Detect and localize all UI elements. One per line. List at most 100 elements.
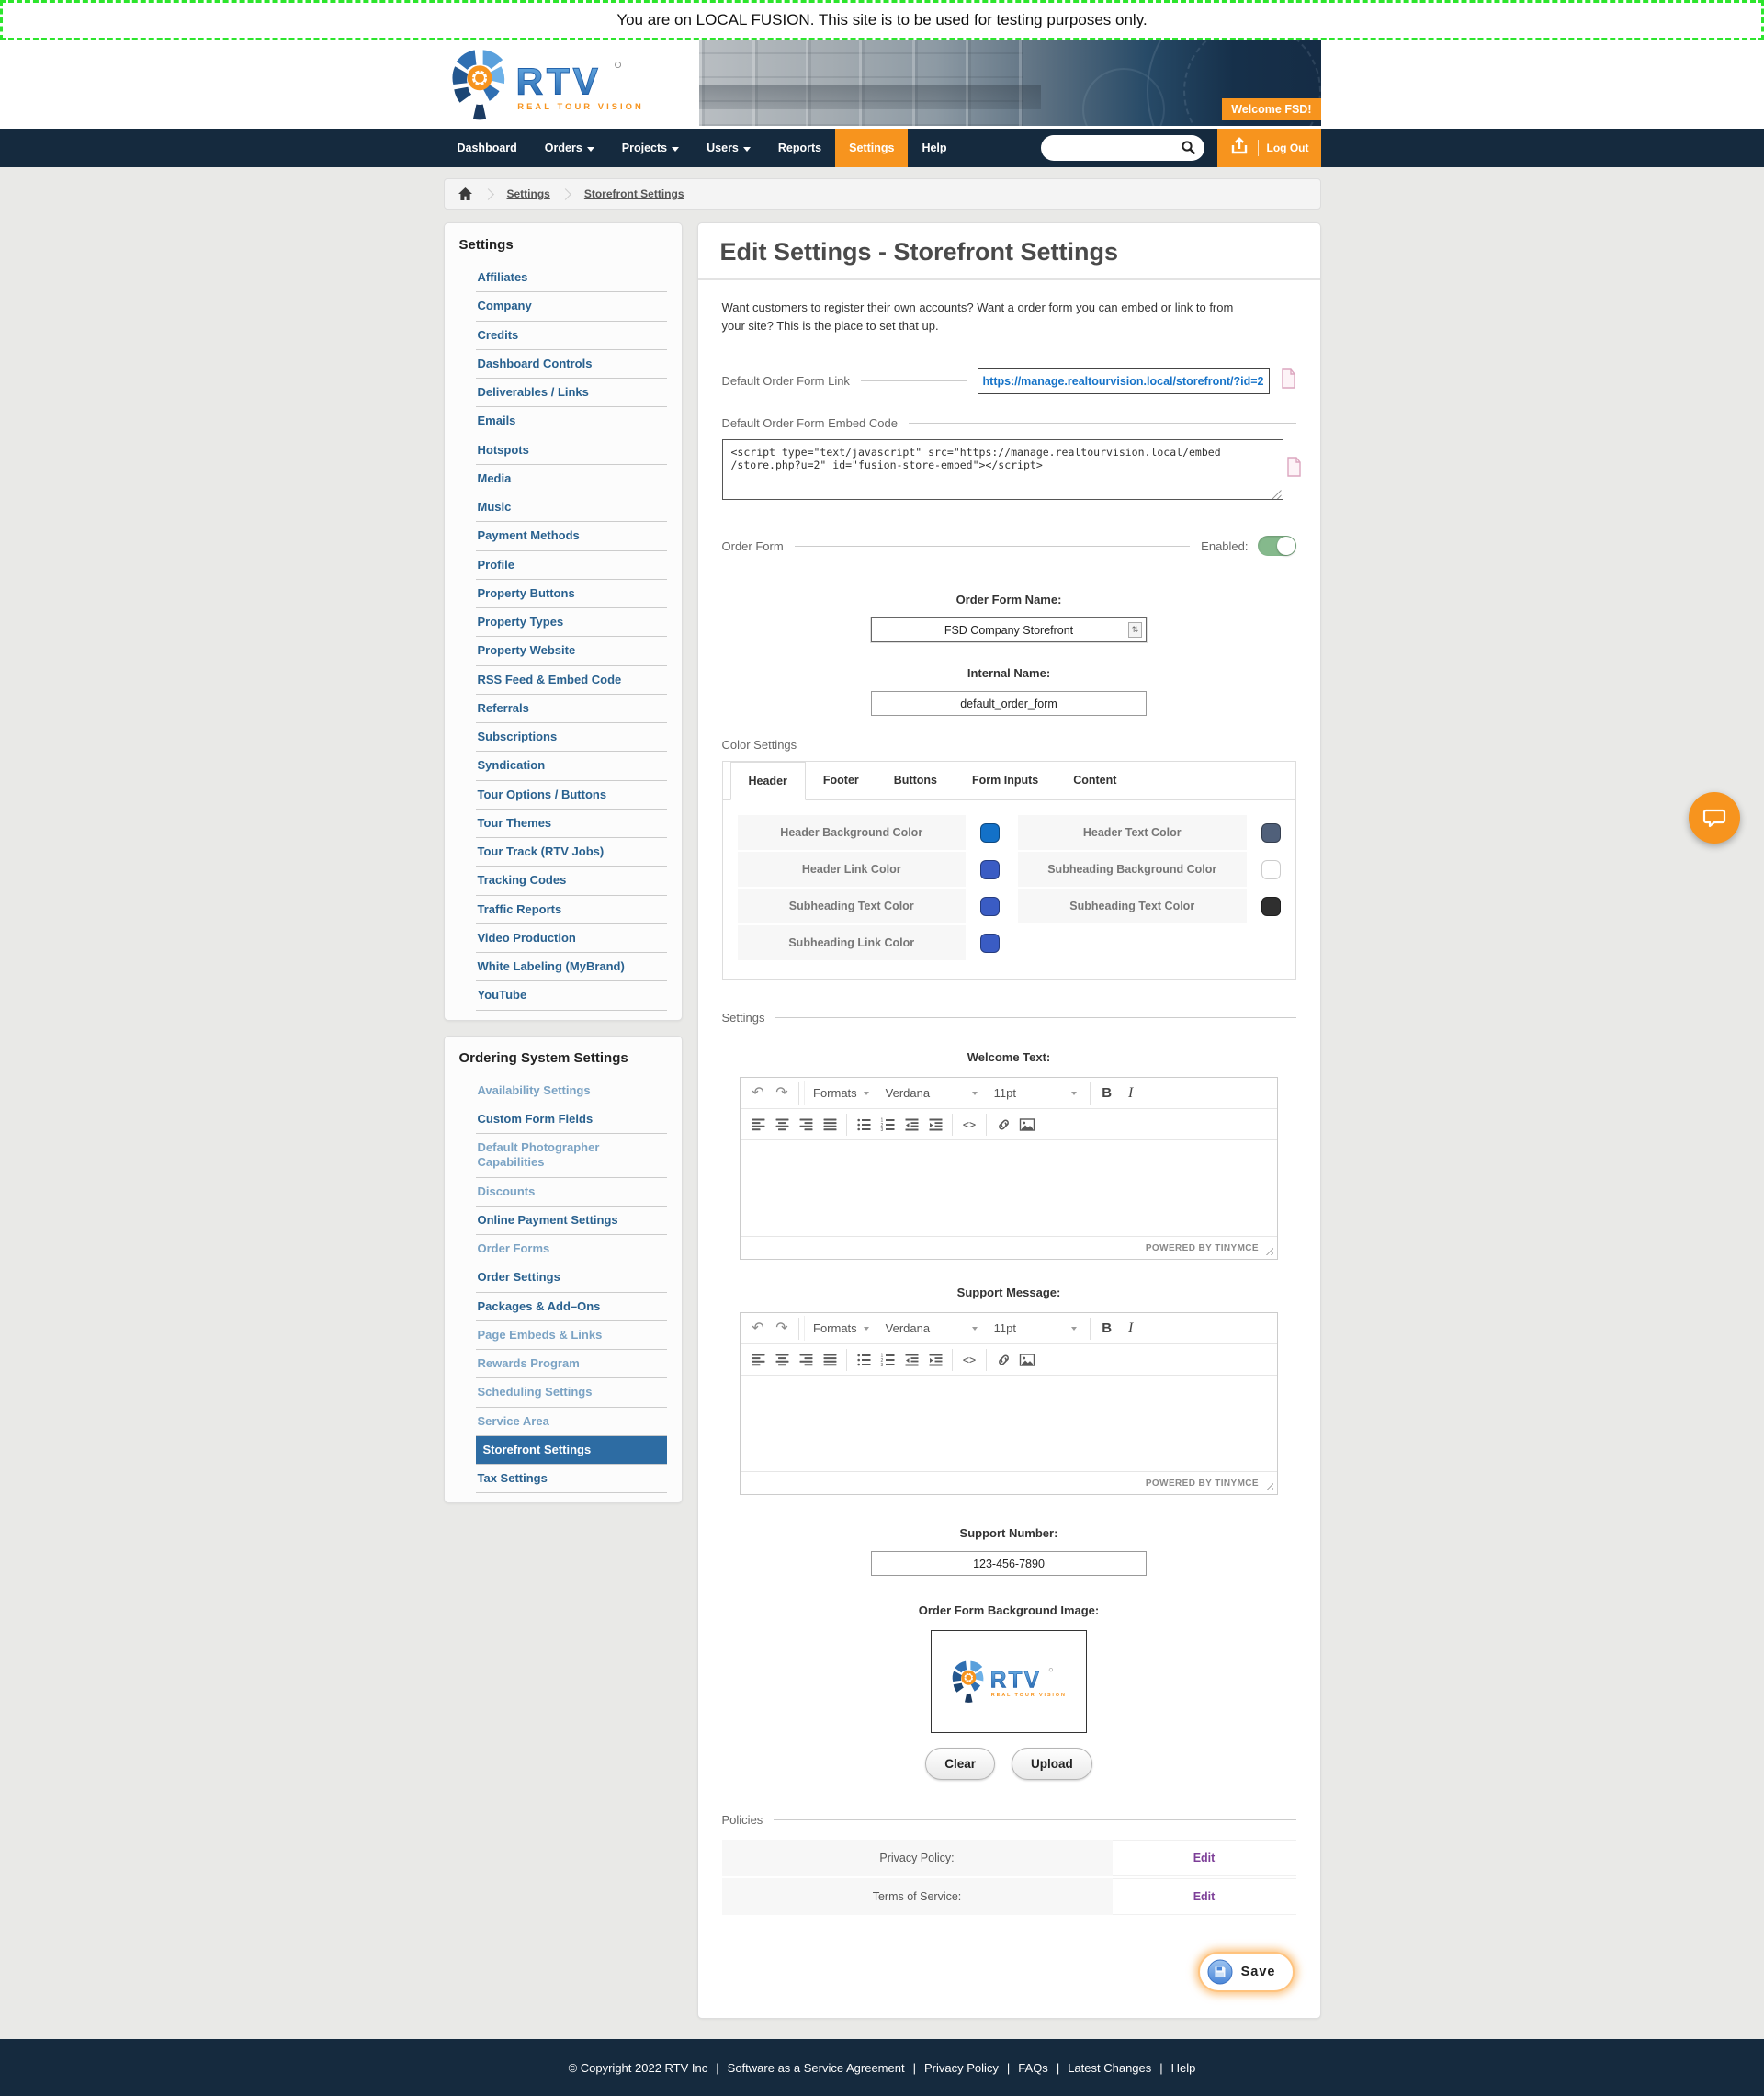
copy-icon[interactable] [1286, 456, 1302, 482]
internal-name-input[interactable] [871, 691, 1147, 716]
image-icon[interactable] [1015, 1112, 1039, 1137]
edit-terms-of-service-link[interactable]: Edit [1193, 1890, 1216, 1903]
sidebar-item-music[interactable]: Music [476, 493, 667, 521]
sidebar-item-video-production[interactable]: Video Production [476, 924, 667, 952]
nav-item-settings[interactable]: Settings [835, 129, 908, 167]
align-right-icon[interactable] [794, 1112, 818, 1137]
tab-buttons[interactable]: Buttons [876, 762, 955, 799]
link-icon[interactable] [991, 1347, 1015, 1372]
sidebar-item-profile[interactable]: Profile [476, 551, 667, 579]
editor-content-area[interactable] [741, 1140, 1277, 1236]
breadcrumb-item-storefront-settings[interactable]: Storefront Settings [584, 187, 684, 200]
bullet-list-icon[interactable] [852, 1347, 876, 1372]
color-swatch-header-text-color[interactable] [1261, 823, 1281, 843]
sidebar-item-tax-settings[interactable]: Tax Settings [476, 1465, 667, 1492]
order-form-name-input[interactable] [871, 617, 1147, 642]
indent-icon[interactable] [923, 1347, 947, 1372]
sidebar-item-discounts[interactable]: Discounts [476, 1178, 667, 1206]
sidebar-item-service-area[interactable]: Service Area [476, 1408, 667, 1435]
undo-icon[interactable]: ↶ [746, 1316, 770, 1341]
font-size-dropdown[interactable]: 11pt [986, 1081, 1085, 1105]
tab-content[interactable]: Content [1056, 762, 1134, 799]
sidebar-item-dashboard-controls[interactable]: Dashboard Controls [476, 350, 667, 378]
sidebar-item-packages-add-ons[interactable]: Packages & Add–Ons [476, 1293, 667, 1320]
outdent-icon[interactable] [899, 1347, 923, 1372]
support-message-editor[interactable]: ↶↷FormatsVerdana11ptBI123<>POWERED BY TI… [740, 1312, 1278, 1495]
align-left-icon[interactable] [746, 1112, 770, 1137]
numbered-list-icon[interactable]: 123 [876, 1347, 899, 1372]
italic-button[interactable]: I [1119, 1081, 1143, 1105]
color-swatch-header-background-color[interactable] [980, 823, 1000, 843]
color-swatch-subheading-link-color[interactable] [980, 934, 1000, 953]
nav-item-reports[interactable]: Reports [764, 129, 835, 167]
sidebar-item-tour-themes[interactable]: Tour Themes [476, 810, 667, 837]
sidebar-item-affiliates[interactable]: Affiliates [476, 264, 667, 291]
spinner-icon[interactable]: ⇅ [1128, 622, 1142, 638]
sidebar-item-white-labeling-mybrand[interactable]: White Labeling (MyBrand) [476, 953, 667, 980]
sidebar-item-media[interactable]: Media [476, 465, 667, 493]
nav-item-users[interactable]: Users [693, 129, 764, 167]
sidebar-item-emails[interactable]: Emails [476, 407, 667, 435]
clear-button[interactable]: Clear [925, 1748, 995, 1780]
color-swatch-subheading-text-color[interactable] [1261, 897, 1281, 916]
align-justify-icon[interactable] [818, 1347, 842, 1372]
embed-code-textarea[interactable] [722, 439, 1283, 500]
order-form-enabled-toggle[interactable] [1258, 536, 1296, 556]
upload-button[interactable]: Upload [1012, 1748, 1092, 1780]
italic-button[interactable]: I [1119, 1316, 1143, 1341]
align-center-icon[interactable] [770, 1112, 794, 1137]
save-button[interactable]: Save [1198, 1952, 1295, 1992]
sidebar-item-order-settings[interactable]: Order Settings [476, 1263, 667, 1291]
align-right-icon[interactable] [794, 1347, 818, 1372]
tab-header[interactable]: Header [730, 762, 806, 800]
align-left-icon[interactable] [746, 1347, 770, 1372]
sidebar-item-online-payment-settings[interactable]: Online Payment Settings [476, 1207, 667, 1234]
redo-icon[interactable]: ↷ [770, 1081, 794, 1105]
font-family-dropdown[interactable]: Verdana [877, 1081, 986, 1105]
undo-icon[interactable]: ↶ [746, 1081, 770, 1105]
sidebar-item-property-buttons[interactable]: Property Buttons [476, 580, 667, 607]
link-icon[interactable] [991, 1112, 1015, 1137]
footer-link-help[interactable]: Help [1171, 2061, 1196, 2075]
sidebar-item-tour-track-rtv-jobs[interactable]: Tour Track (RTV Jobs) [476, 838, 667, 866]
tab-footer[interactable]: Footer [806, 762, 876, 799]
sidebar-item-payment-methods[interactable]: Payment Methods [476, 522, 667, 549]
sidebar-item-credits[interactable]: Credits [476, 322, 667, 349]
sidebar-item-subscriptions[interactable]: Subscriptions [476, 723, 667, 751]
chat-button[interactable] [1689, 792, 1740, 844]
sidebar-item-traffic-reports[interactable]: Traffic Reports [476, 896, 667, 923]
image-icon[interactable] [1015, 1347, 1039, 1372]
bold-button[interactable]: B [1095, 1316, 1119, 1341]
bold-button[interactable]: B [1095, 1081, 1119, 1105]
sidebar-item-property-website[interactable]: Property Website [476, 637, 667, 664]
align-center-icon[interactable] [770, 1347, 794, 1372]
font-size-dropdown[interactable]: 11pt [986, 1316, 1085, 1341]
font-family-dropdown[interactable]: Verdana [877, 1316, 986, 1341]
sidebar-item-hotspots[interactable]: Hotspots [476, 436, 667, 464]
footer-link-privacy-policy[interactable]: Privacy Policy [924, 2061, 999, 2075]
tab-form-inputs[interactable]: Form Inputs [955, 762, 1056, 799]
sidebar-item-tracking-codes[interactable]: Tracking Codes [476, 867, 667, 894]
footer-link-faqs[interactable]: FAQs [1018, 2061, 1048, 2075]
sidebar-item-order-forms[interactable]: Order Forms [476, 1235, 667, 1263]
editor-content-area[interactable] [741, 1376, 1277, 1471]
sidebar-item-deliverables-links[interactable]: Deliverables / Links [476, 379, 667, 406]
numbered-list-icon[interactable]: 123 [876, 1112, 899, 1137]
home-icon[interactable] [458, 187, 473, 201]
logout-button[interactable]: Log Out [1217, 129, 1321, 167]
bullet-list-icon[interactable] [852, 1112, 876, 1137]
sidebar-item-scheduling-settings[interactable]: Scheduling Settings [476, 1378, 667, 1406]
support-number-input[interactable] [871, 1551, 1147, 1576]
outdent-icon[interactable] [899, 1112, 923, 1137]
code-icon[interactable]: <> [957, 1112, 981, 1137]
rtv-logo[interactable]: RTV REAL TOUR VISION [448, 43, 646, 130]
code-icon[interactable]: <> [957, 1347, 981, 1372]
copy-icon[interactable] [1281, 368, 1296, 394]
nav-item-orders[interactable]: Orders [531, 129, 608, 167]
search-icon[interactable] [1181, 140, 1196, 160]
sidebar-item-page-embeds-links[interactable]: Page Embeds & Links [476, 1321, 667, 1349]
edit-privacy-policy-link[interactable]: Edit [1193, 1852, 1216, 1864]
resize-handle[interactable] [1265, 1482, 1273, 1490]
sidebar-item-syndication[interactable]: Syndication [476, 752, 667, 779]
resize-handle[interactable] [1265, 1247, 1273, 1255]
